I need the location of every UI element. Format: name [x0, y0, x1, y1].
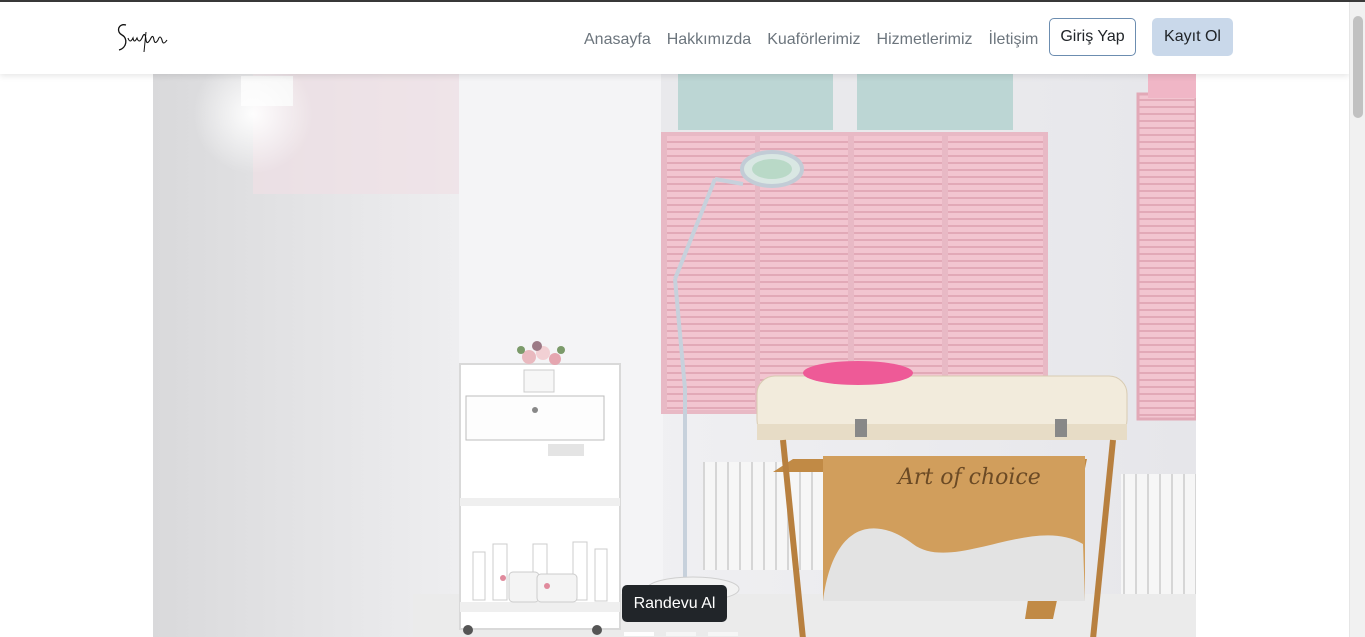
carousel-indicators	[624, 632, 738, 636]
scrollbar-thumb[interactable]	[1353, 16, 1363, 118]
login-button[interactable]: Giriş Yap	[1049, 18, 1136, 56]
nav-link-home[interactable]: Anasayfa	[576, 26, 659, 54]
brand-logo-signature	[117, 24, 168, 53]
carousel-indicator-3[interactable]	[708, 632, 738, 636]
book-appointment-button[interactable]: Randevu Al	[622, 585, 727, 622]
nav-link-hairdressers[interactable]: Kuaförlerimiz	[759, 26, 868, 54]
nav-links: Anasayfa Hakkımızda Kuaförlerimiz Hizmet…	[576, 26, 1046, 54]
bed-print-text: Art of choice	[896, 465, 1041, 490]
hero-carousel[interactable]: Art of choice	[153, 74, 1196, 637]
hero-salon-image: Art of choice	[153, 74, 1196, 637]
carousel-indicator-1[interactable]	[624, 632, 654, 636]
nav-link-services[interactable]: Hizmetlerimiz	[869, 26, 981, 54]
nav-link-about[interactable]: Hakkımızda	[659, 26, 759, 54]
register-button[interactable]: Kayıt Ol	[1152, 18, 1233, 56]
nav-link-contact[interactable]: İletişim	[981, 26, 1047, 54]
page-scrollbar[interactable]	[1349, 2, 1365, 637]
navbar: Anasayfa Hakkımızda Kuaförlerimiz Hizmet…	[0, 2, 1349, 74]
brand-logo[interactable]	[112, 16, 176, 58]
carousel-indicator-2[interactable]	[666, 632, 696, 636]
